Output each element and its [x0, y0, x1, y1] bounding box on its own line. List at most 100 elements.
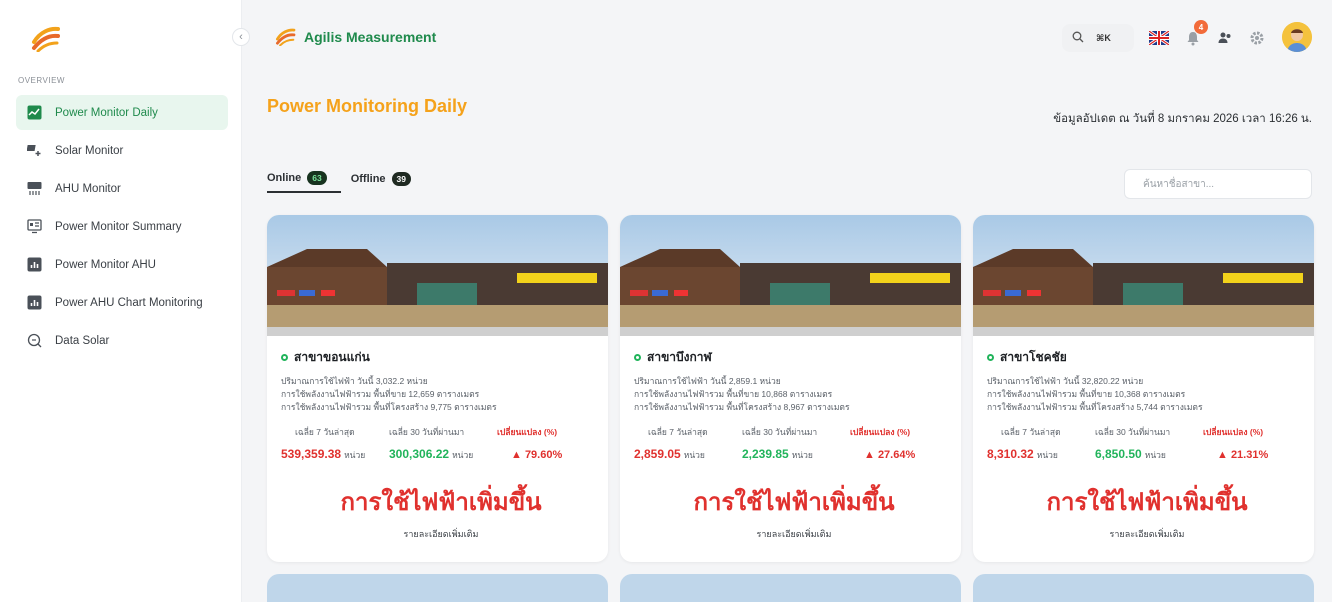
avg30-stat: 6,850.50 หน่วย	[1095, 445, 1217, 463]
notification-count-badge: 4	[1194, 20, 1208, 34]
solar-icon	[26, 143, 42, 159]
sidebar: OVERVIEW Power Monitor Daily Solar Monit…	[0, 0, 242, 602]
branch-card-next-row[interactable]	[267, 574, 608, 602]
branch-card-next-row[interactable]	[620, 574, 961, 602]
sidebar-item-label: Power Monitor AHU	[55, 258, 156, 271]
stat-values: 539,359.38 หน่วย 300,306.22 หน่วย ▲ 79.60%	[281, 445, 601, 463]
last-updated-text: ข้อมูลอัปเดต ณ วันที่ 8 มกราคม 2026 เวลา…	[1053, 113, 1312, 125]
search-icon	[1072, 31, 1084, 46]
card-body: สาขาโชคชัย ปริมาณการใช้ไฟฟ้า วันนี้ 32,8…	[987, 348, 1307, 541]
branch-name: สาขาบึงกาฬ	[647, 350, 712, 364]
change-value: ▲ 27.64%	[864, 449, 916, 461]
usage-status-text: การใช้ไฟฟ้าเพิ่มขึ้น	[340, 489, 542, 516]
sidebar-item-data-solar[interactable]: Data Solar	[16, 323, 228, 358]
brand-name: Agilis Measurement	[304, 29, 437, 45]
branch-header: สาขาขอนแก่น	[281, 348, 601, 367]
structure-area-usage: การใช้พลังงานไฟฟ้ารวม พื้นที่โครงสร้าง 5…	[987, 402, 1203, 412]
structure-area-usage: การใช้พลังงานไฟฟ้ารวม พื้นที่โครงสร้าง 9…	[281, 402, 497, 412]
branch-info: ปริมาณการใช้ไฟฟ้า วันนี้ 32,820.22 หน่วย…	[987, 375, 1307, 414]
online-status-dot-icon	[281, 354, 288, 361]
agilis-logo-icon[interactable]	[30, 26, 60, 52]
avg7-label: เฉลี่ย 7 วันล่าสุด	[1001, 427, 1061, 437]
avg7-stat: 2,859.05 หน่วย	[634, 445, 742, 463]
settings-gear-icon[interactable]	[1244, 24, 1270, 52]
sidebar-item-label: AHU Monitor	[55, 182, 121, 195]
avg30-value: 300,306.22	[389, 447, 450, 461]
user-avatar[interactable]	[1282, 22, 1312, 52]
sidebar-item-power-ahu-chart-monitoring[interactable]: Power AHU Chart Monitoring	[16, 285, 228, 320]
branch-name: สาขาโชคชัย	[1000, 350, 1067, 364]
tab-count-badge: 39	[391, 172, 412, 186]
avg7-value: 2,859.05	[634, 447, 681, 461]
unit-label: หน่วย	[683, 450, 705, 460]
bar-chart-icon	[26, 257, 42, 273]
more-details-link[interactable]: รายละเอียดเพิ่มเติม	[987, 527, 1307, 541]
today-usage: ปริมาณการใช้ไฟฟ้า วันนี้ 32,820.22 หน่วย	[987, 376, 1144, 386]
sidebar-item-power-monitor-summary[interactable]: Power Monitor Summary	[16, 209, 228, 244]
stat-values: 8,310.32 หน่วย 6,850.50 หน่วย ▲ 21.31%	[987, 445, 1307, 463]
online-status-dot-icon	[634, 354, 641, 361]
brand-logo-icon	[276, 28, 296, 46]
shortcut-hint: ⌘K	[1096, 32, 1111, 43]
tab-offline[interactable]: Offline 39	[351, 165, 425, 193]
more-details-link[interactable]: รายละเอียดเพิ่มเติม	[281, 527, 601, 541]
unit-label: หน่วย	[452, 450, 474, 460]
avg7-value: 8,310.32	[987, 447, 1034, 461]
branch-search-input[interactable]: ค้นหาชื่อสาขา...	[1124, 169, 1312, 199]
unit-label: หน่วย	[791, 450, 813, 460]
status-tabs: Online 63 Offline 39	[267, 165, 435, 193]
usage-status-text: การใช้ไฟฟ้าเพิ่มขึ้น	[693, 489, 895, 516]
unit-label: หน่วย	[344, 450, 366, 460]
bar-chart-icon	[26, 295, 42, 311]
change-value: ▲ 79.60%	[511, 449, 563, 461]
sidebar-item-label: Power AHU Chart Monitoring	[55, 296, 203, 309]
online-status-dot-icon	[987, 354, 994, 361]
sales-area-usage: การใช้พลังงานไฟฟ้ารวม พื้นที่ขาย 12,659 …	[281, 389, 480, 399]
data-search-icon	[26, 333, 42, 349]
page-title: Power Monitoring Daily	[267, 96, 468, 116]
branch-card[interactable]: สาขาขอนแก่น ปริมาณการใช้ไฟฟ้า วันนี้ 3,0…	[267, 215, 608, 562]
sidebar-item-ahu-monitor[interactable]: AHU Monitor	[16, 171, 228, 206]
language-uk-flag-icon[interactable]	[1146, 24, 1172, 52]
today-usage: ปริมาณการใช้ไฟฟ้า วันนี้ 2,859.1 หน่วย	[634, 376, 781, 386]
avg7-value: 539,359.38	[281, 447, 342, 461]
section-label-overview: OVERVIEW	[18, 76, 65, 85]
sidebar-item-label: Power Monitor Daily	[55, 106, 158, 119]
avg7-label: เฉลี่ย 7 วันล่าสุด	[648, 427, 708, 437]
sidebar-item-power-monitor-ahu[interactable]: Power Monitor AHU	[16, 247, 228, 282]
branch-card-next-row[interactable]	[973, 574, 1314, 602]
change-label: เปลี่ยนแปลง (%)	[497, 427, 558, 437]
branch-card[interactable]: สาขาโชคชัย ปริมาณการใช้ไฟฟ้า วันนี้ 32,8…	[973, 215, 1314, 562]
card-body: สาขาขอนแก่น ปริมาณการใช้ไฟฟ้า วันนี้ 3,0…	[281, 348, 601, 541]
change-label: เปลี่ยนแปลง (%)	[850, 427, 911, 437]
change-label: เปลี่ยนแปลง (%)	[1203, 427, 1264, 437]
usage-status-text: การใช้ไฟฟ้าเพิ่มขึ้น	[1046, 489, 1248, 516]
avg30-value: 2,239.85	[742, 447, 789, 461]
stat-headers: เฉลี่ย 7 วันล่าสุด เฉลี่ย 30 วันที่ผ่านม…	[281, 425, 601, 439]
sidebar-nav: Power Monitor Daily Solar Monitor AHU Mo…	[16, 95, 228, 361]
sidebar-item-solar-monitor[interactable]: Solar Monitor	[16, 133, 228, 168]
sidebar-item-power-monitor-daily[interactable]: Power Monitor Daily	[16, 95, 228, 130]
sales-area-usage: การใช้พลังงานไฟฟ้ารวม พื้นที่ขาย 10,368 …	[987, 389, 1186, 399]
collapse-sidebar-button[interactable]: ‹	[232, 28, 250, 46]
unit-label: หน่วย	[1036, 450, 1058, 460]
branch-name: สาขาขอนแก่น	[294, 350, 370, 364]
avg30-stat: 2,239.85 หน่วย	[742, 445, 864, 463]
global-search-button[interactable]: ⌘K	[1062, 24, 1134, 52]
avg30-stat: 300,306.22 หน่วย	[389, 445, 511, 463]
card-body: สาขาบึงกาฬ ปริมาณการใช้ไฟฟ้า วันนี้ 2,85…	[634, 348, 954, 541]
more-details-link[interactable]: รายละเอียดเพิ่มเติม	[634, 527, 954, 541]
users-icon[interactable]	[1212, 24, 1238, 52]
notification-bell-icon[interactable]: 4	[1180, 20, 1208, 52]
structure-area-usage: การใช้พลังงานไฟฟ้ารวม พื้นที่โครงสร้าง 8…	[634, 402, 850, 412]
tab-count-badge: 63	[307, 171, 327, 185]
branch-header: สาขาโชคชัย	[987, 348, 1307, 367]
branch-card[interactable]: สาขาบึงกาฬ ปริมาณการใช้ไฟฟ้า วันนี้ 2,85…	[620, 215, 961, 562]
line-chart-icon	[26, 105, 42, 121]
branch-storefront-image	[620, 215, 961, 336]
brand[interactable]: Agilis Measurement	[274, 28, 436, 46]
tab-online[interactable]: Online 63	[267, 165, 341, 193]
summary-icon	[26, 219, 42, 235]
avg7-stat: 8,310.32 หน่วย	[987, 445, 1095, 463]
tab-label: Online	[267, 172, 302, 184]
